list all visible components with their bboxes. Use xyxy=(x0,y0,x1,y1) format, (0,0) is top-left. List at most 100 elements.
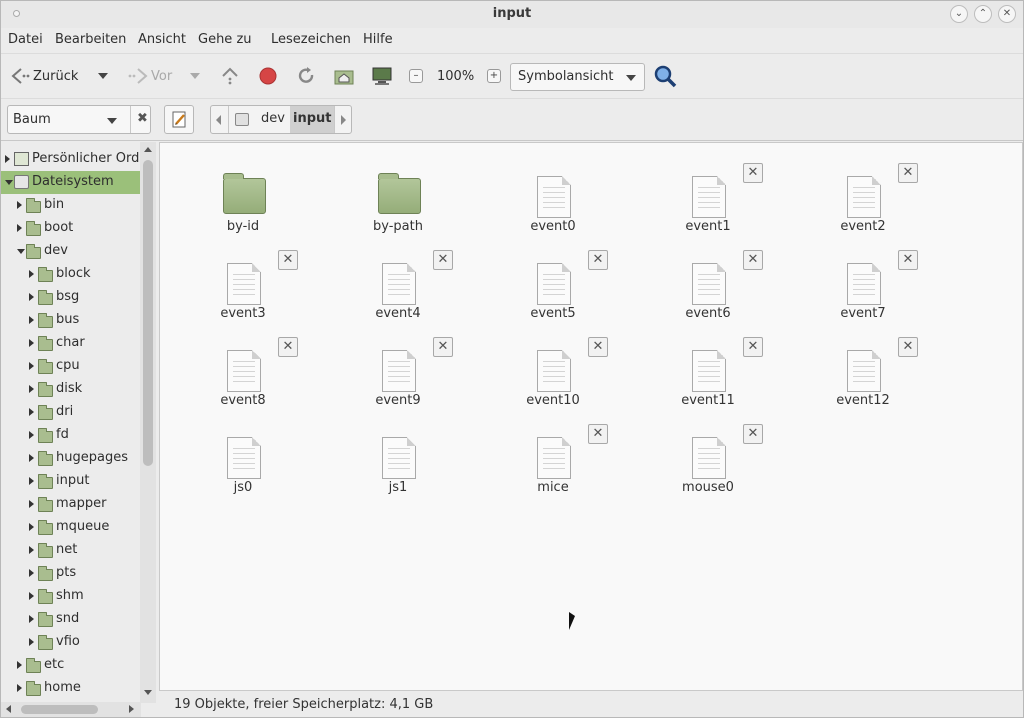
file-item-event1[interactable]: ✕ event1 xyxy=(648,153,768,235)
expander-collapsed-icon[interactable] xyxy=(29,546,34,554)
expander-collapsed-icon[interactable] xyxy=(17,661,22,669)
expander-expanded-icon[interactable] xyxy=(5,180,13,185)
computer-button[interactable] xyxy=(370,54,394,98)
sidebar-item-dri[interactable]: dri xyxy=(1,401,140,424)
scroll-thumb[interactable] xyxy=(143,160,153,466)
sidebar-item-disk[interactable]: disk xyxy=(1,378,140,401)
file-item-event7[interactable]: ✕ event7 xyxy=(803,240,923,322)
sidebar-item-shm[interactable]: shm xyxy=(1,585,140,608)
sidebar-item-home[interactable]: home xyxy=(1,677,140,700)
file-item-mice[interactable]: ✕ mice xyxy=(493,414,613,496)
expander-collapsed-icon[interactable] xyxy=(17,224,22,232)
menu-lesezeichen[interactable]: Lesezeichen xyxy=(271,32,351,47)
file-item-event11[interactable]: ✕ event11 xyxy=(648,327,768,409)
up-button[interactable] xyxy=(220,54,240,98)
menu-hilfe[interactable]: Hilfe xyxy=(363,32,393,47)
back-history-dropdown[interactable] xyxy=(98,54,108,98)
close-sidebar-icon[interactable]: ✖ xyxy=(137,111,148,126)
file-item-mouse0[interactable]: ✕ mouse0 xyxy=(648,414,768,496)
expander-collapsed-icon[interactable] xyxy=(29,592,34,600)
maximize-button[interactable]: ⌃ xyxy=(974,5,992,23)
sidebar-item-bsg[interactable]: bsg xyxy=(1,286,140,309)
toggle-location-entry-button[interactable] xyxy=(164,105,194,134)
back-button[interactable]: Zurück xyxy=(9,54,78,98)
forward-history-dropdown[interactable] xyxy=(190,54,200,98)
expander-collapsed-icon[interactable] xyxy=(29,408,34,416)
expander-collapsed-icon[interactable] xyxy=(29,523,34,531)
menu-ansicht[interactable]: Ansicht xyxy=(138,32,186,47)
sidebar-item-vfio[interactable]: vfio xyxy=(1,631,140,654)
search-button[interactable] xyxy=(653,54,677,98)
sidebar-item-snd[interactable]: snd xyxy=(1,608,140,631)
menu-gehe-zu[interactable]: Gehe zu xyxy=(198,32,252,47)
scroll-left-icon[interactable] xyxy=(6,705,11,713)
sidebar-horizontal-scrollbar[interactable] xyxy=(1,702,141,717)
file-item-event12[interactable]: ✕ event12 xyxy=(803,327,923,409)
scroll-right-icon[interactable] xyxy=(129,705,134,713)
breadcrumb-scroll-left-icon[interactable] xyxy=(216,115,221,125)
filesystem-crumb-icon[interactable] xyxy=(235,113,249,126)
crumb-dev[interactable]: dev xyxy=(261,111,285,126)
sidebar-item-bin[interactable]: bin xyxy=(1,194,140,217)
breadcrumb-scroll-right-icon[interactable] xyxy=(341,115,346,125)
expander-collapsed-icon[interactable] xyxy=(29,454,34,462)
expander-collapsed-icon[interactable] xyxy=(29,500,34,508)
zoom-in-button[interactable]: + xyxy=(487,69,501,83)
expander-collapsed-icon[interactable] xyxy=(29,569,34,577)
sidebar-item-net[interactable]: net xyxy=(1,539,140,562)
expander-collapsed-icon[interactable] xyxy=(29,270,34,278)
file-item-event4[interactable]: ✕ event4 xyxy=(338,240,458,322)
sidebar-item-mapper[interactable]: mapper xyxy=(1,493,140,516)
sidebar-item-mqueue[interactable]: mqueue xyxy=(1,516,140,539)
file-item-event2[interactable]: ✕ event2 xyxy=(803,153,923,235)
sidebar-item-fd[interactable]: fd xyxy=(1,424,140,447)
sidebar-item-char[interactable]: char xyxy=(1,332,140,355)
crumb-input[interactable]: input xyxy=(290,106,334,133)
expander-collapsed-icon[interactable] xyxy=(29,431,34,439)
file-item-by-id[interactable]: by-id xyxy=(183,153,303,235)
scroll-up-icon[interactable] xyxy=(144,147,152,152)
expander-collapsed-icon[interactable] xyxy=(29,615,34,623)
expander-collapsed-icon[interactable] xyxy=(29,362,34,370)
file-item-event8[interactable]: ✕ event8 xyxy=(183,327,303,409)
reload-button[interactable] xyxy=(296,54,316,98)
scroll-down-icon[interactable] xyxy=(144,690,152,695)
expander-collapsed-icon[interactable] xyxy=(29,339,34,347)
menu-bearbeiten[interactable]: Bearbeiten xyxy=(55,32,126,47)
file-item-event6[interactable]: ✕ event6 xyxy=(648,240,768,322)
sidebar-vertical-scrollbar[interactable] xyxy=(140,142,156,703)
expander-expanded-icon[interactable] xyxy=(17,249,25,254)
sidebar-mode-select[interactable]: Baum ✖ xyxy=(7,105,151,134)
sidebar-item-etc[interactable]: etc xyxy=(1,654,140,677)
sidebar-item-dev[interactable]: dev xyxy=(1,240,140,263)
expander-collapsed-icon[interactable] xyxy=(29,293,34,301)
file-item-event10[interactable]: ✕ event10 xyxy=(493,327,613,409)
close-button[interactable]: ✕ xyxy=(998,5,1016,23)
file-item-event3[interactable]: ✕ event3 xyxy=(183,240,303,322)
view-mode-select[interactable]: Symbolansicht xyxy=(510,63,645,91)
home-button[interactable] xyxy=(333,54,355,98)
file-item-js1[interactable]: js1 xyxy=(338,414,458,496)
sidebar-item-input[interactable]: input xyxy=(1,470,140,493)
file-item-js0[interactable]: js0 xyxy=(183,414,303,496)
sidebar-item-pers-nlicher-ordner[interactable]: Persönlicher Ordner xyxy=(1,148,156,171)
menu-datei[interactable]: Datei xyxy=(8,32,43,47)
sidebar-item-dateisystem[interactable]: Dateisystem xyxy=(1,171,140,194)
sidebar-item-cpu[interactable]: cpu xyxy=(1,355,140,378)
sidebar-item-block[interactable]: block xyxy=(1,263,140,286)
sidebar-item-bus[interactable]: bus xyxy=(1,309,140,332)
file-item-event5[interactable]: ✕ event5 xyxy=(493,240,613,322)
file-item-event0[interactable]: event0 xyxy=(493,153,613,235)
expander-collapsed-icon[interactable] xyxy=(29,385,34,393)
expander-collapsed-icon[interactable] xyxy=(17,201,22,209)
file-item-event9[interactable]: ✕ event9 xyxy=(338,327,458,409)
sidebar-item-boot[interactable]: boot xyxy=(1,217,140,240)
zoom-out-button[interactable]: – xyxy=(409,69,423,83)
scroll-thumb[interactable] xyxy=(21,705,98,714)
expander-collapsed-icon[interactable] xyxy=(29,477,34,485)
expander-collapsed-icon[interactable] xyxy=(5,155,10,163)
sidebar-item-pts[interactable]: pts xyxy=(1,562,140,585)
stop-button[interactable] xyxy=(259,54,277,98)
file-item-by-path[interactable]: by-path xyxy=(338,153,458,235)
forward-button[interactable]: Vor xyxy=(125,54,172,98)
